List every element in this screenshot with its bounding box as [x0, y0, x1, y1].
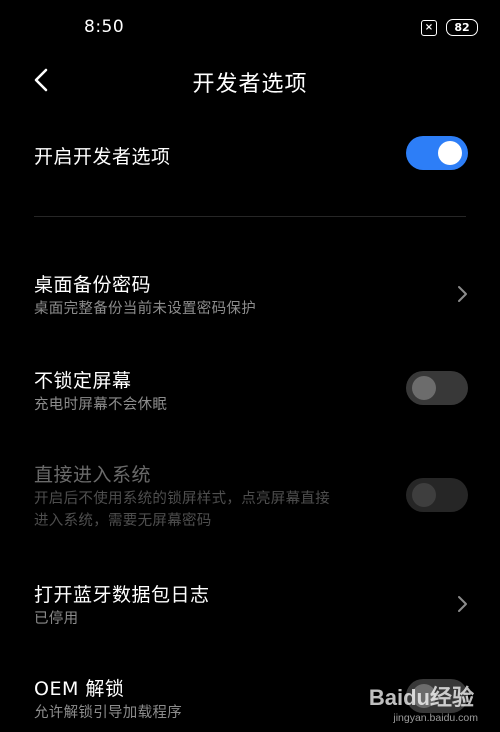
setting-label: 直接进入系统	[34, 464, 152, 486]
setting-label: 开启开发者选项	[34, 146, 171, 168]
chevron-right-icon	[458, 286, 467, 302]
setting-label: 桌面备份密码	[34, 274, 152, 296]
setting-subtitle-line2: 进入系统，需要无屏幕密码	[34, 513, 212, 529]
toggle-knob	[412, 483, 436, 507]
setting-stay-awake[interactable]: 不锁定屏幕 充电时屏幕不会休眠	[0, 358, 500, 424]
watermark-logo: Baidu经验	[368, 685, 474, 710]
setting-subtitle: 充电时屏幕不会休眠	[34, 397, 168, 413]
stay-awake-toggle[interactable]	[406, 371, 468, 405]
toggle-knob	[412, 376, 436, 400]
watermark-url: jingyan.baidu.com	[393, 712, 478, 724]
baidu-watermark: Baidu经验 jingyan.baidu.com	[352, 680, 482, 724]
setting-bluetooth-hci-log[interactable]: 打开蓝牙数据包日志 已停用	[0, 572, 500, 638]
setting-subtitle: 桌面完整备份当前未设置密码保护	[34, 301, 256, 317]
battery-icon: 82	[446, 19, 478, 36]
setting-direct-boot: 直接进入系统 开启后不使用系统的锁屏样式，点亮屏幕直接 进入系统，需要无屏幕密码	[0, 452, 500, 538]
sim-x-icon: ×	[421, 19, 437, 36]
page-title: 开发者选项	[192, 72, 308, 97]
status-icons: × 82	[421, 19, 478, 36]
setting-developer-options[interactable]: 开启开发者选项	[0, 128, 500, 188]
title-bar: 开发者选项	[0, 56, 500, 106]
status-bar: 8:50 × 82	[0, 0, 500, 56]
setting-label: 不锁定屏幕	[34, 370, 132, 392]
status-time: 8:50	[84, 17, 125, 37]
toggle-knob	[438, 141, 462, 165]
setting-subtitle: 允许解锁引导加载程序	[34, 705, 182, 721]
direct-boot-toggle	[406, 478, 468, 512]
setting-label: OEM 解锁	[34, 678, 125, 700]
setting-subtitle-line1: 开启后不使用系统的锁屏样式，点亮屏幕直接	[34, 491, 330, 507]
setting-subtitle: 已停用	[34, 611, 79, 627]
setting-desktop-backup-password[interactable]: 桌面备份密码 桌面完整备份当前未设置密码保护	[0, 262, 500, 328]
setting-label: 打开蓝牙数据包日志	[34, 584, 210, 606]
section-divider	[34, 216, 466, 217]
chevron-right-icon	[458, 596, 467, 612]
developer-options-toggle[interactable]	[406, 136, 468, 170]
